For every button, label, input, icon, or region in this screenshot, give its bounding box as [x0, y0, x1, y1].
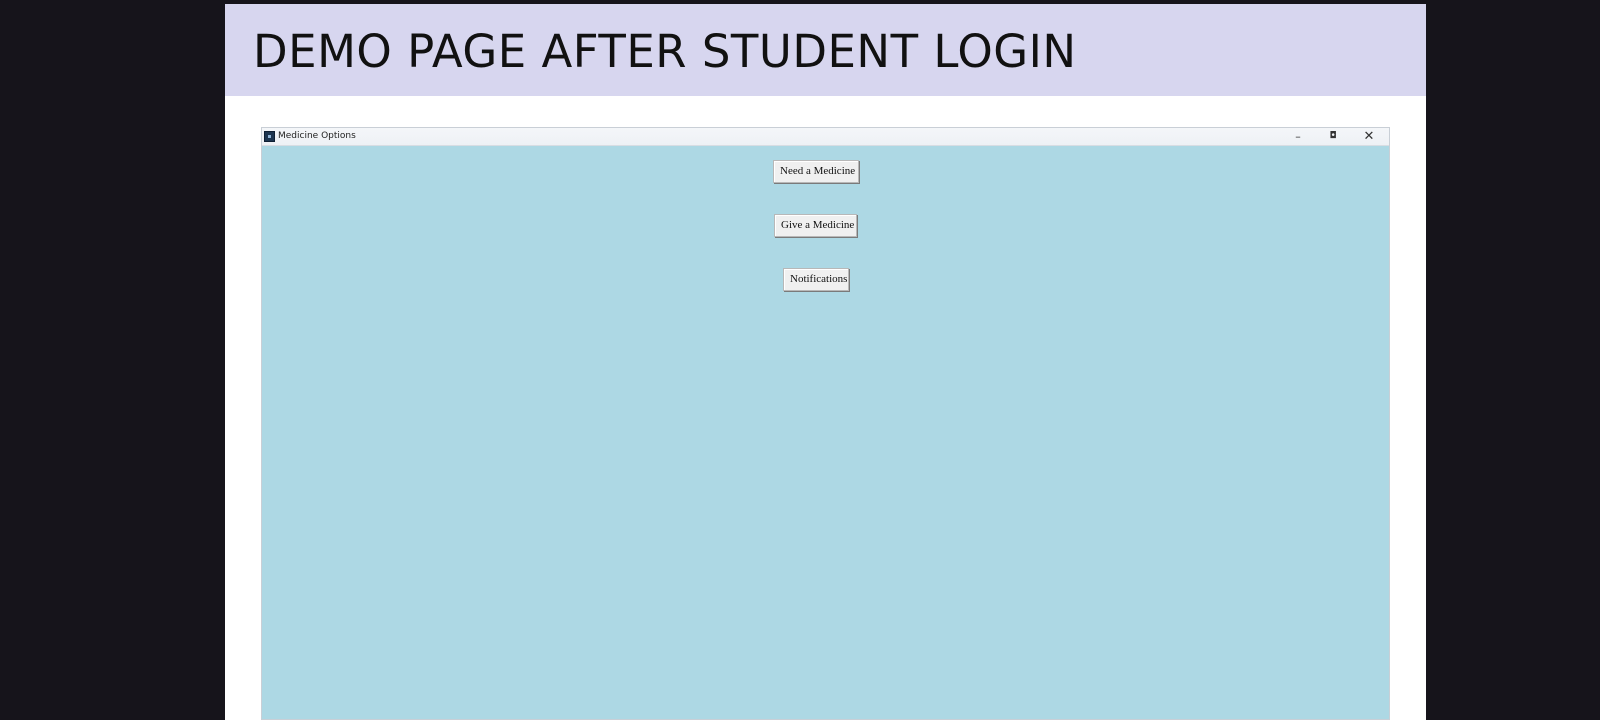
notifications-button[interactable]: Notifications	[783, 268, 849, 291]
window-title: Medicine Options	[278, 131, 356, 141]
app-icon	[264, 131, 275, 142]
give-medicine-button[interactable]: Give a Medicine	[774, 214, 857, 237]
medicine-options-window: Medicine Options – ◘ ✕ Need a Medicine G…	[261, 127, 1390, 720]
slide-title: DEMO PAGE AFTER STUDENT LOGIN	[253, 25, 1077, 78]
maximize-icon[interactable]: ◘	[1318, 128, 1348, 145]
window-titlebar[interactable]: Medicine Options – ◘ ✕	[262, 128, 1389, 146]
close-icon[interactable]: ✕	[1354, 128, 1384, 145]
presentation-slide: DEMO PAGE AFTER STUDENT LOGIN Medicine O…	[225, 4, 1426, 720]
minimize-icon[interactable]: –	[1283, 128, 1313, 145]
need-medicine-button[interactable]: Need a Medicine	[773, 160, 859, 183]
slide-header: DEMO PAGE AFTER STUDENT LOGIN	[225, 4, 1426, 96]
